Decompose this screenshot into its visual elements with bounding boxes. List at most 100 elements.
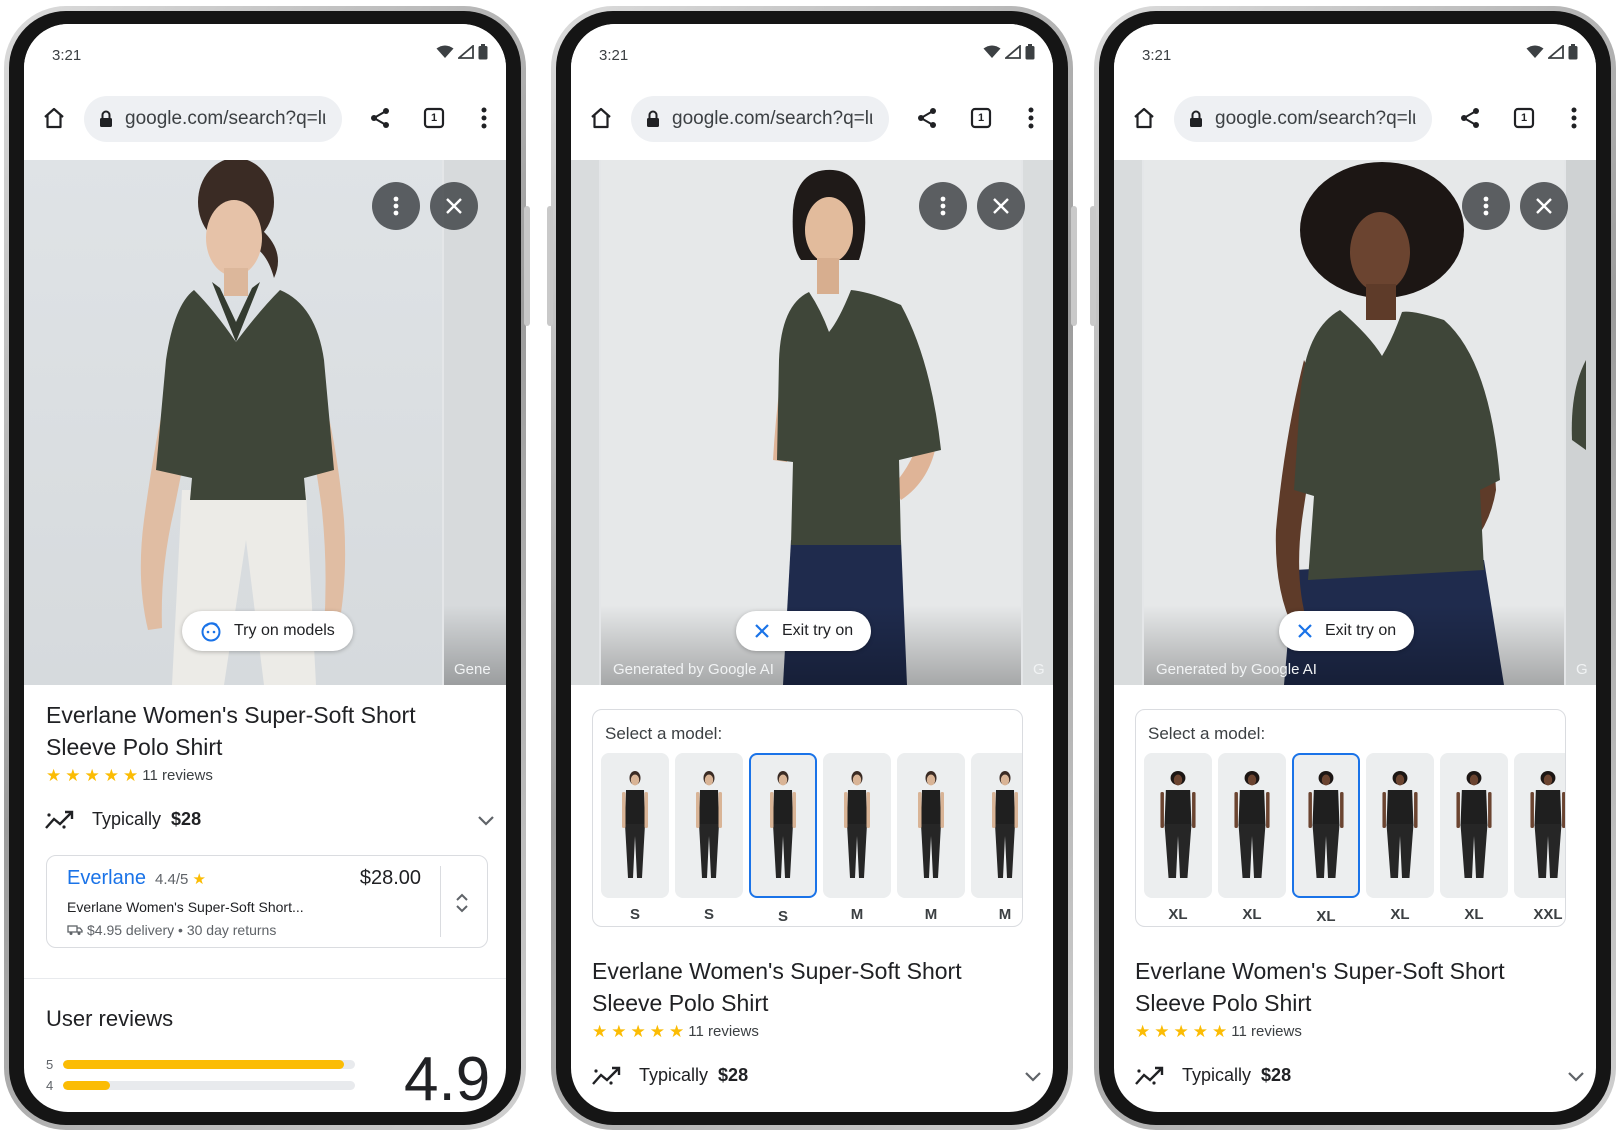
price-insight-row[interactable]: Typically $28 bbox=[571, 1060, 1053, 1092]
star-icon: ★ bbox=[46, 766, 62, 785]
model-thumbnail[interactable]: M bbox=[971, 753, 1022, 923]
home-icon[interactable] bbox=[583, 100, 619, 136]
model-thumbnail[interactable]: M bbox=[823, 753, 891, 923]
model-figure bbox=[770, 770, 796, 878]
average-rating: 4.9 bbox=[404, 1045, 491, 1112]
status-icons bbox=[1526, 44, 1578, 60]
chevron-down-icon[interactable] bbox=[1021, 1064, 1045, 1088]
seller-card[interactable]: Everlane 4.4/5 ★ $28.00 Everlane Women's… bbox=[46, 855, 488, 948]
share-icon[interactable] bbox=[1452, 100, 1488, 136]
star-icon: ★ bbox=[123, 766, 139, 785]
close-button[interactable] bbox=[977, 182, 1025, 230]
model-figure bbox=[1530, 770, 1565, 878]
model-size-label: M bbox=[924, 906, 938, 923]
browser-toolbar: google.com/search?q=lι 1 bbox=[1114, 76, 1596, 160]
chevron-down-icon[interactable] bbox=[1564, 1064, 1588, 1088]
model-figure bbox=[918, 770, 944, 878]
next-photo[interactable]: G bbox=[1566, 160, 1596, 685]
more-vert-icon[interactable] bbox=[1560, 100, 1588, 136]
typical-price: Typically $28 bbox=[1182, 1065, 1292, 1085]
expand-icon[interactable] bbox=[451, 890, 473, 916]
next-photo[interactable]: G bbox=[1023, 160, 1053, 685]
tab-switcher-icon[interactable]: 1 bbox=[1506, 100, 1542, 136]
previous-photo[interactable] bbox=[571, 160, 599, 685]
previous-photo[interactable] bbox=[1114, 160, 1142, 685]
product-image-carousel[interactable]: Generated by Google AI G Exit try on bbox=[1114, 160, 1596, 685]
side-button bbox=[524, 206, 530, 326]
status-time: 3:21 bbox=[1142, 47, 1172, 64]
tab-switcher-icon[interactable]: 1 bbox=[963, 100, 999, 136]
address-bar[interactable]: google.com/search?q=lι bbox=[1174, 96, 1432, 142]
model-thumbnail[interactable]: XL bbox=[1218, 753, 1286, 923]
image-more-button[interactable] bbox=[919, 182, 967, 230]
tab-switcher-icon[interactable]: 1 bbox=[416, 100, 452, 136]
model-thumbnails: XL XL XL XL XL XXL bbox=[1144, 753, 1565, 925]
price-trend-icon bbox=[1135, 1066, 1164, 1085]
url-text: google.com/search?q=lι bbox=[1215, 108, 1417, 129]
product-title: Everlane Women's Super-Soft Short Sleeve… bbox=[46, 702, 416, 760]
close-button[interactable] bbox=[430, 182, 478, 230]
product-title: Everlane Women's Super-Soft Short Sleeve… bbox=[1135, 958, 1505, 1016]
try-on-models-button[interactable]: Try on models bbox=[182, 611, 353, 651]
model-size-label: XL bbox=[1390, 906, 1410, 923]
seller-name[interactable]: Everlane bbox=[67, 867, 146, 890]
home-icon[interactable] bbox=[36, 100, 72, 136]
close-icon bbox=[446, 198, 462, 214]
rating-row[interactable]: ★ ★ ★ ★ ★ 11 reviews bbox=[46, 767, 213, 784]
signal-icon bbox=[1005, 45, 1021, 59]
chevron-down-icon[interactable] bbox=[474, 808, 498, 832]
model-selector: Select a model: S S S M M M bbox=[592, 709, 1023, 927]
model-size-label: M bbox=[998, 906, 1012, 923]
model-thumbnail[interactable]: S bbox=[675, 753, 743, 923]
model-figure bbox=[1456, 770, 1492, 878]
address-bar[interactable]: google.com/search?q=lι bbox=[84, 96, 342, 142]
rating-row[interactable]: ★ ★ ★ ★ ★ 11 reviews bbox=[592, 1023, 759, 1040]
product-image-carousel[interactable]: Generated by Google AI G Exit try on bbox=[571, 160, 1053, 685]
address-bar[interactable]: google.com/search?q=lι bbox=[631, 96, 889, 142]
model-thumbnail[interactable]: XL bbox=[1440, 753, 1508, 923]
rating-row[interactable]: ★ ★ ★ ★ ★ 11 reviews bbox=[1135, 1023, 1302, 1040]
star-icon: ★ bbox=[630, 1022, 646, 1041]
more-vert-icon[interactable] bbox=[470, 100, 498, 136]
exit-try-on-button[interactable]: Exit try on bbox=[736, 611, 872, 651]
price-trend-icon bbox=[592, 1066, 621, 1085]
status-time: 3:21 bbox=[599, 47, 629, 64]
model-size-label: XL bbox=[1242, 906, 1262, 923]
next-photo-caption: Gene bbox=[454, 661, 491, 678]
star-icon: ★ bbox=[592, 1022, 608, 1041]
model-figure bbox=[844, 770, 870, 878]
share-icon[interactable] bbox=[362, 100, 398, 136]
next-photo[interactable]: Gene bbox=[444, 160, 506, 685]
model-thumbnail[interactable]: XL bbox=[1366, 753, 1434, 923]
review-count: 11 reviews bbox=[688, 1023, 759, 1040]
model-thumbnail[interactable]: S bbox=[749, 753, 817, 925]
model-thumbnail[interactable]: XL bbox=[1292, 753, 1360, 925]
model-size-label: XL bbox=[1464, 906, 1484, 923]
tab-count: 1 bbox=[430, 112, 438, 124]
price-trend-icon bbox=[45, 810, 74, 829]
product-title: Everlane Women's Super-Soft Short Sleeve… bbox=[592, 958, 962, 1016]
exit-try-on-button[interactable]: Exit try on bbox=[1279, 611, 1415, 651]
image-more-button[interactable] bbox=[1462, 182, 1510, 230]
price-insight-row[interactable]: Typically $28 bbox=[24, 804, 506, 836]
model-thumbnail[interactable]: S bbox=[601, 753, 669, 923]
exit-try-on-label: Exit try on bbox=[1325, 622, 1397, 639]
close-button[interactable] bbox=[1520, 182, 1568, 230]
model-thumbnail[interactable]: M bbox=[897, 753, 965, 923]
star-icon: ★ bbox=[669, 1022, 685, 1041]
user-reviews-heading: User reviews bbox=[46, 1006, 174, 1031]
status-bar: 3:21 bbox=[571, 24, 1053, 76]
home-icon[interactable] bbox=[1126, 100, 1162, 136]
review-count: 11 reviews bbox=[1231, 1023, 1302, 1040]
model-thumbnail[interactable]: XXL bbox=[1514, 753, 1565, 923]
model-thumbnail[interactable]: XL bbox=[1144, 753, 1212, 923]
more-vert-icon[interactable] bbox=[1017, 100, 1045, 136]
seller-rating: 4.4/5 ★ bbox=[155, 871, 206, 888]
share-icon[interactable] bbox=[909, 100, 945, 136]
image-more-button[interactable] bbox=[372, 182, 420, 230]
product-image-carousel[interactable]: Gene Try on models bbox=[24, 160, 506, 685]
star-icon: ★ bbox=[649, 1022, 665, 1041]
price-insight-row[interactable]: Typically $28 bbox=[1114, 1060, 1596, 1092]
model-figure bbox=[1160, 770, 1196, 878]
rating-bar-4: 4 bbox=[46, 1078, 356, 1093]
